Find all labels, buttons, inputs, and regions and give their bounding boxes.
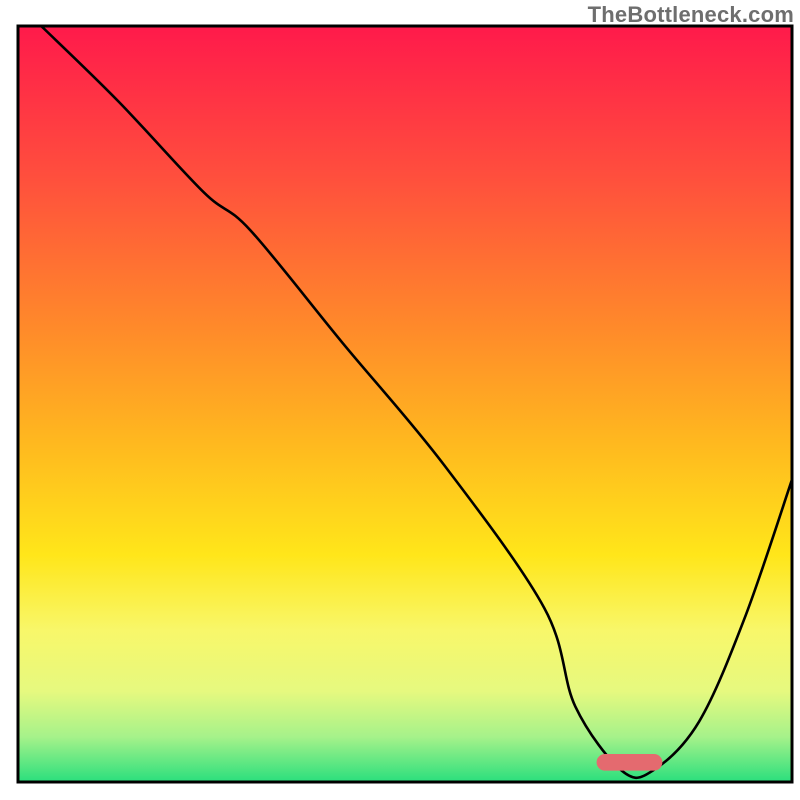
chart-stage: TheBottleneck.com bbox=[0, 0, 800, 800]
watermark-label: TheBottleneck.com bbox=[588, 2, 794, 28]
plot-background bbox=[18, 26, 792, 782]
bottleneck-chart bbox=[0, 0, 800, 800]
optimal-range-marker bbox=[597, 754, 663, 771]
